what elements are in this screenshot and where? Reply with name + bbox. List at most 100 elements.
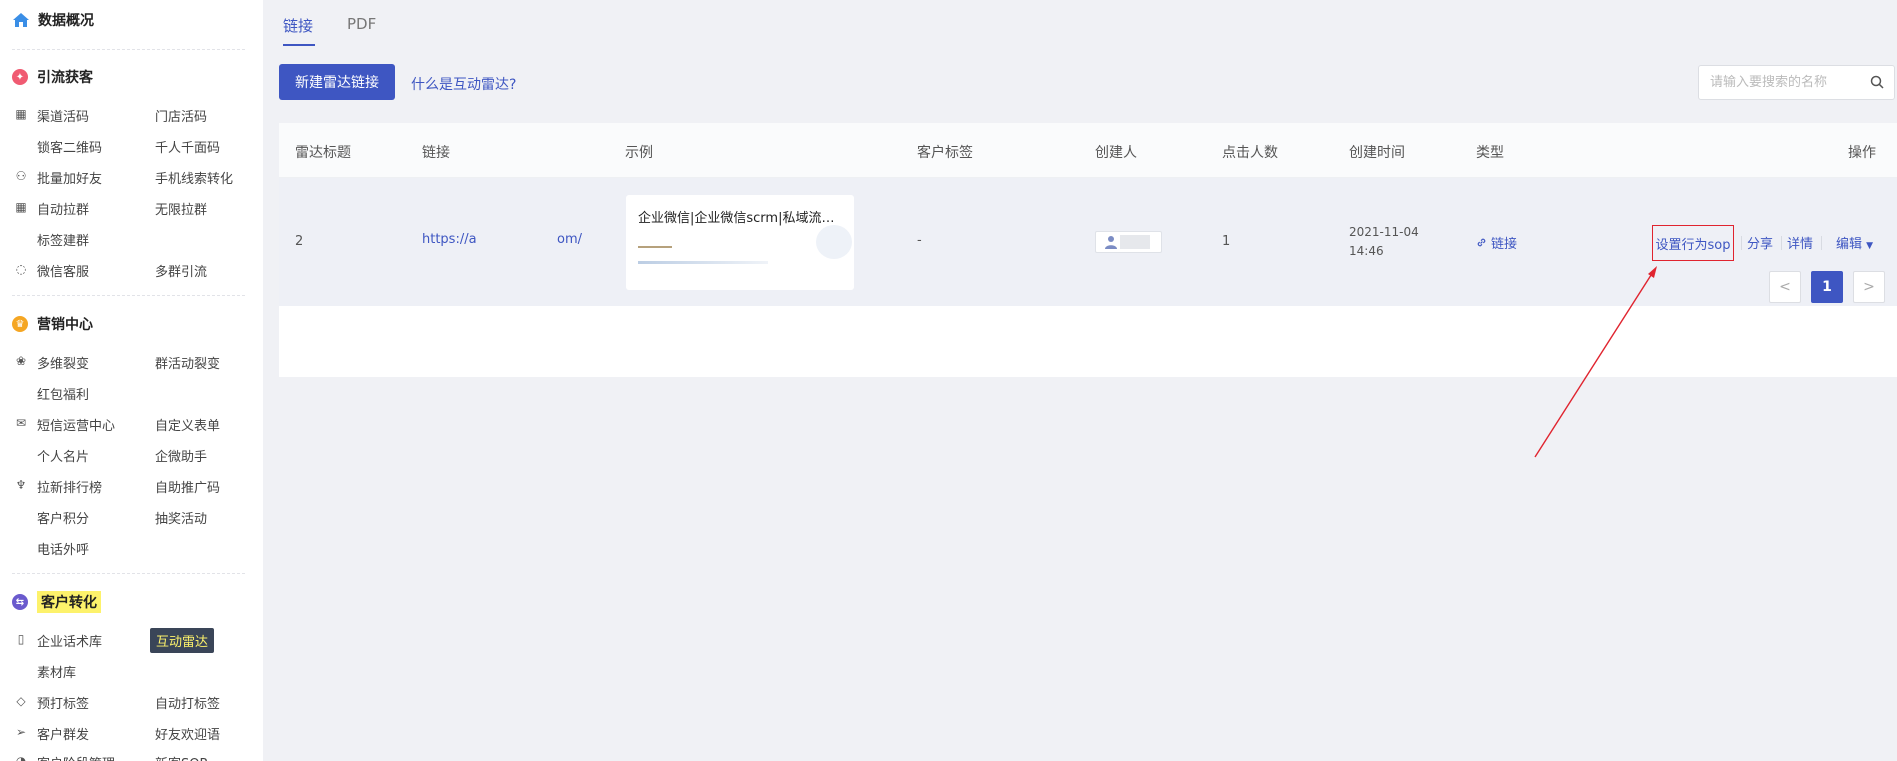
link-preview-card[interactable]: 企业微信|企业微信scrm|私域流量|... [626,195,854,290]
trophy-icon: ♛ [12,316,28,332]
tab-pdf[interactable]: PDF [347,15,376,33]
sidebar-row: ♆ 拉新排行榜 自助推广码 [0,476,263,496]
sidebar-section-conversion[interactable]: ⇆ 客户转化 [12,591,101,613]
col-actions: 操作 [1848,145,1876,161]
col-tags: 客户标签 [917,145,973,161]
sidebar-item-new-sop[interactable]: 新客SOP [155,753,207,761]
section-title: 引流获客 [37,70,93,86]
sidebar-item-red-packet[interactable]: 红包福利 [37,384,89,403]
sidebar-section-overview[interactable]: 数据概况 [12,10,94,30]
set-behavior-sop-button[interactable]: 设置行为sop [1652,225,1734,261]
col-preview: 示例 [625,145,653,161]
sidebar-item-stage-manage[interactable]: 客户阶段管理 [37,753,115,761]
sidebar-row: ◇ 预打标签 自动打标签 [0,692,263,712]
creator-chip [1095,231,1162,253]
sidebar: 数据概况 ✦ 引流获客 ▦ 渠道活码 门店活码 锁客二维码 千人千面码 ⚇ 批量… [0,0,263,761]
search-input[interactable] [1699,66,1864,99]
preview-title: 企业微信|企业微信scrm|私域流量|... [638,211,843,226]
sidebar-item-assistant[interactable]: 企微助手 [155,446,207,465]
sidebar-row: ◌ 微信客服 多群引流 [0,260,263,280]
col-title: 雷达标题 [295,145,351,161]
cell-created-date: 2021-11-04 [1349,225,1419,239]
sidebar-item-points[interactable]: 客户积分 [37,508,89,527]
sidebar-item-materials[interactable]: 素材库 [37,662,76,681]
badge-icon: ✦ [12,69,28,85]
sidebar-item-pre-tag[interactable]: 预打标签 [37,693,89,712]
sidebar-item-radar[interactable]: 互动雷达 [150,628,215,653]
divider [1741,236,1742,250]
sop-label: 设置行为sop [1655,237,1731,253]
sidebar-item-group-fission[interactable]: 群活动裂变 [155,353,220,372]
section-title: 客户转化 [37,591,101,613]
search-box [1698,65,1895,100]
sidebar-item-auto-group[interactable]: 自动拉群 [37,199,89,218]
sidebar-row: ❀ 多维裂变 群活动裂变 [0,352,263,372]
sidebar-item-tag-group[interactable]: 标签建群 [37,230,89,249]
page-1-button[interactable]: 1 [1811,271,1843,303]
sidebar-item-store-code[interactable]: 门店活码 [155,106,207,125]
mail-icon: ✉ [15,416,27,430]
sidebar-item-mass-send[interactable]: 客户群发 [37,724,89,743]
sidebar-item-auto-tag[interactable]: 自动打标签 [155,693,220,712]
what-is-radar-link[interactable]: 什么是互动雷达? [411,74,516,94]
sidebar-row: 素材库 [0,661,263,681]
preview-thumb [816,225,852,259]
cell-type: 链接 [1476,233,1517,252]
preview-blur [638,246,672,248]
chat-icon: ◌ [15,262,27,276]
sidebar-item-lottery[interactable]: 抽奖活动 [155,508,207,527]
sidebar-item-script-library[interactable]: 企业话术库 [37,631,102,650]
sidebar-item-personal-code[interactable]: 千人千面码 [155,137,220,156]
sidebar-item-phone-call[interactable]: 电话外呼 [37,539,89,558]
sidebar-item-lead-convert[interactable]: 手机线索转化 [155,168,233,187]
type-label: 链接 [1491,237,1518,252]
tab-link[interactable]: 链接 [283,15,313,36]
cell-link[interactable]: https://a [422,232,477,247]
sidebar-item-promo-code[interactable]: 自助推广码 [155,477,220,496]
cell-link-end[interactable]: om/ [557,232,582,247]
sidebar-item-wechat-service[interactable]: 微信客服 [37,261,89,280]
tag-icon: ◇ [16,694,26,708]
sidebar-item-batch-add[interactable]: 批量加好友 [37,168,102,187]
annotation-arrow [1534,266,1657,458]
divider [1781,236,1782,250]
sidebar-item-custom-form[interactable]: 自定义表单 [155,415,220,434]
cell-created-time: 14:46 [1349,244,1384,258]
sidebar-row: 标签建群 [0,229,263,249]
sidebar-item-unlimited-group[interactable]: 无限拉群 [155,199,207,218]
col-creator: 创建人 [1095,145,1137,161]
sidebar-row: ▦ 渠道活码 门店活码 [0,105,263,125]
creator-name-redacted [1120,235,1150,249]
edit-dropdown[interactable]: 编辑 ▼ [1836,233,1873,252]
cell-clicks: 1 [1222,234,1231,249]
sidebar-row: ⚇ 批量加好友 手机线索转化 [0,167,263,187]
new-radar-link-button[interactable]: 新建雷达链接 [279,64,395,100]
sidebar-item-leaderboard[interactable]: 拉新排行榜 [37,477,102,496]
sidebar-item-multi-group[interactable]: 多群引流 [155,261,207,280]
sidebar-row: 电话外呼 [0,538,263,558]
stage-icon: ◔ [15,754,27,761]
fission-icon: ❀ [15,354,27,368]
next-page-button[interactable]: > [1853,271,1885,303]
sidebar-item-sms-center[interactable]: 短信运营中心 [37,415,115,434]
col-created: 创建时间 [1349,145,1405,161]
sidebar-item-multi-fission[interactable]: 多维裂变 [37,353,89,372]
detail-button[interactable]: 详情 [1787,233,1813,252]
sidebar-item-business-card[interactable]: 个人名片 [37,446,89,465]
search-icon[interactable] [1870,75,1884,89]
person-icon [1105,236,1117,249]
sidebar-row: 客户积分 抽奖活动 [0,507,263,527]
prev-page-button[interactable]: < [1769,271,1801,303]
col-clicks: 点击人数 [1222,145,1278,161]
tab-active-indicator [283,44,315,46]
sidebar-item-welcome-msg[interactable]: 好友欢迎语 [155,724,220,743]
sidebar-item-channel-code[interactable]: 渠道活码 [37,106,89,125]
share-button[interactable]: 分享 [1747,233,1773,252]
divider [1821,236,1822,250]
sidebar-item-lock-qrcode[interactable]: 锁客二维码 [37,137,102,156]
col-link: 链接 [422,145,450,161]
sidebar-section-marketing[interactable]: ♛ 营销中心 [12,314,93,334]
sidebar-section-acquisition[interactable]: ✦ 引流获客 [12,67,93,87]
edit-label: 编辑 [1836,237,1863,252]
section-title: 数据概况 [38,13,94,29]
